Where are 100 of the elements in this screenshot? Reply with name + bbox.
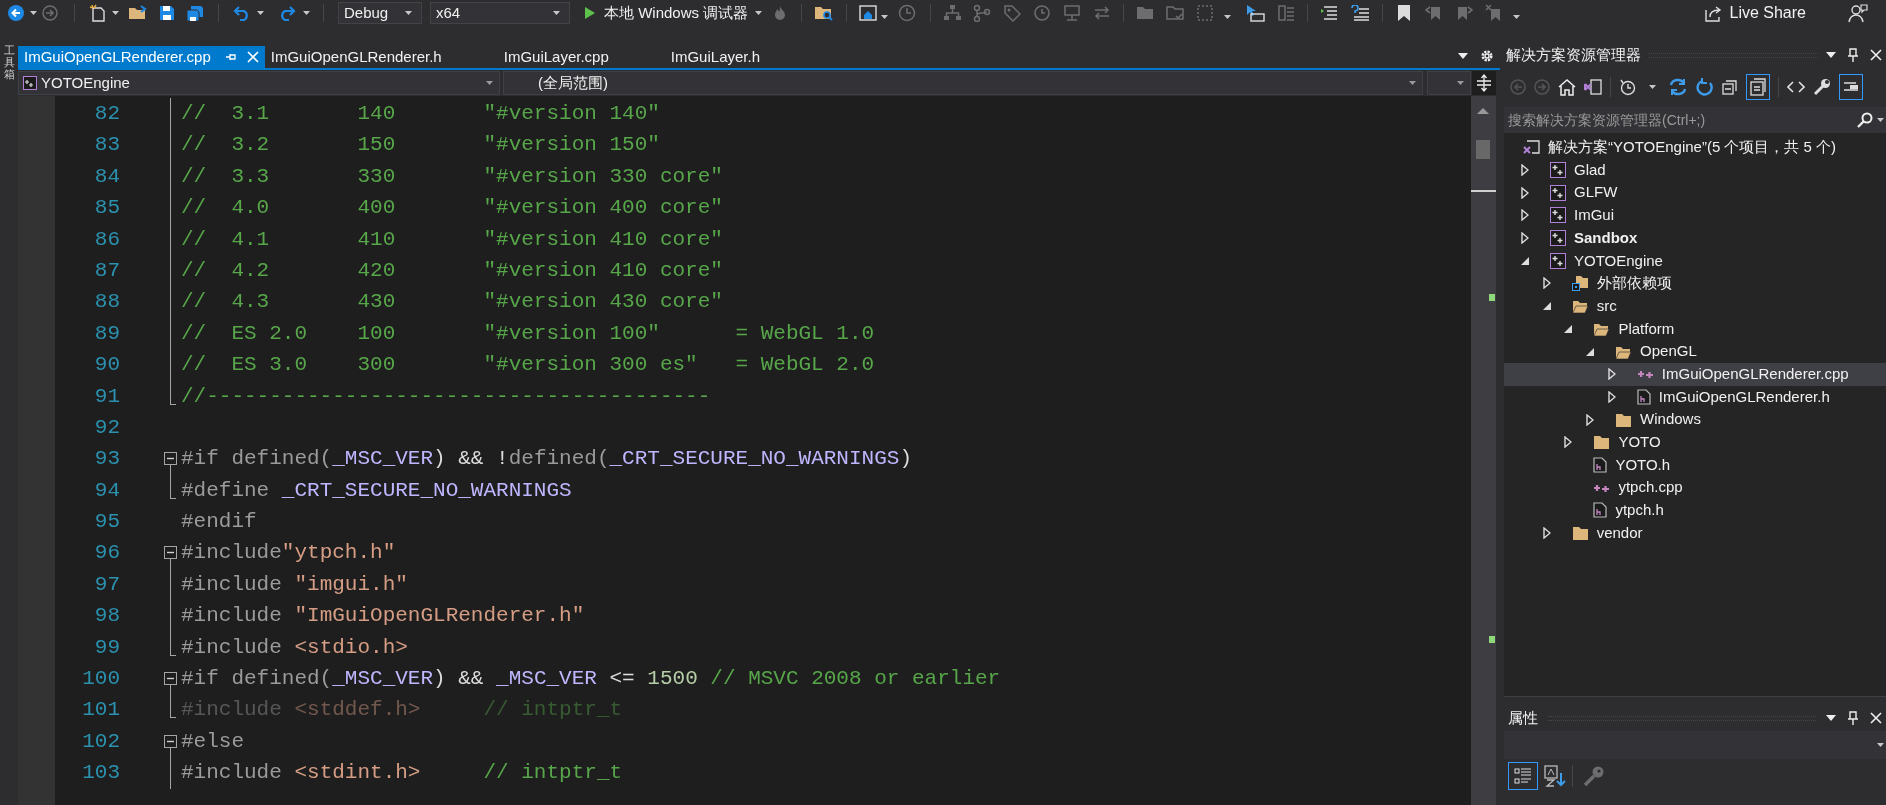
caret-icon[interactable] [405, 11, 412, 15]
caret-icon[interactable] [1877, 118, 1884, 122]
platform-dropdown[interactable]: x64 [430, 2, 570, 24]
forward-icon[interactable] [42, 5, 58, 21]
caret-icon[interactable] [1224, 15, 1232, 19]
settings-icon[interactable] [1480, 49, 1494, 63]
show-all-files-button[interactable] [1746, 73, 1770, 100]
expand-arrow-icon[interactable] [1607, 390, 1616, 403]
expand-arrow-icon[interactable] [1564, 436, 1573, 449]
scroll-up-icon[interactable] [1477, 108, 1489, 114]
tree-item[interactable]: 外部依赖项 [1504, 272, 1886, 295]
tree-item[interactable]: ImGuiOpenGLRenderer.h [1504, 385, 1886, 409]
expanded-arrow-icon[interactable] [1521, 256, 1529, 265]
swap-icon[interactable] [1093, 4, 1112, 22]
dropdown-icon[interactable] [1826, 52, 1836, 58]
tree-item[interactable]: ImGui [1504, 204, 1886, 227]
document-tab[interactable]: ImGuiLayer.cpp [497, 46, 665, 68]
caret-icon[interactable] [881, 15, 889, 19]
close-icon[interactable] [1870, 712, 1882, 724]
tree-item[interactable]: Platform [1504, 317, 1886, 341]
folder-icon[interactable] [1136, 4, 1155, 22]
tree-item[interactable]: vendor [1504, 521, 1886, 545]
collapse-all-icon[interactable] [1722, 78, 1738, 95]
tag-icon[interactable] [1003, 4, 1022, 22]
caret-icon[interactable] [553, 11, 560, 15]
wrench-icon[interactable] [1813, 77, 1831, 96]
caret-icon[interactable] [30, 11, 37, 15]
document-tab[interactable]: ImGuiLayer.h [664, 46, 816, 68]
expand-arrow-icon[interactable] [1542, 277, 1551, 290]
split-icon[interactable] [1476, 74, 1492, 92]
flame-icon[interactable] [773, 5, 788, 21]
home-icon[interactable] [1558, 77, 1576, 96]
undo-icon[interactable] [233, 5, 251, 21]
redo-icon[interactable] [278, 5, 296, 21]
caret-icon[interactable] [1649, 84, 1656, 89]
document-tab[interactable]: ImGuiOpenGLRenderer.h [264, 46, 498, 68]
pending-changes-icon[interactable] [1619, 77, 1637, 96]
tree-item[interactable]: GLFW [1504, 181, 1886, 205]
hierarchy-icon[interactable] [943, 4, 962, 22]
collapse-icon[interactable] [164, 734, 177, 748]
tree-item[interactable]: ytpch.h [1504, 499, 1886, 522]
start-debugger-button[interactable]: 本地 Windows 调试器 [580, 2, 753, 24]
folder-check-icon[interactable] [1166, 4, 1185, 22]
key-icon[interactable] [1583, 765, 1605, 787]
feedback-icon[interactable] [1848, 3, 1868, 23]
tree-item[interactable]: YOTO.h [1504, 453, 1886, 477]
toolbox-tab[interactable]: 工具箱 [3, 44, 15, 81]
categorized-button[interactable] [1508, 762, 1538, 790]
tree-item[interactable]: src [1504, 294, 1886, 318]
project-dropdown[interactable]: YOTOEngine [18, 71, 500, 95]
caret-icon[interactable] [112, 11, 119, 15]
history-icon[interactable] [1033, 4, 1052, 22]
expand-arrow-icon[interactable] [1586, 413, 1595, 426]
refresh-icon[interactable] [1696, 77, 1714, 96]
scroll-thumb[interactable] [1476, 140, 1490, 159]
switch-views-icon[interactable] [1584, 77, 1602, 96]
cursor-icon[interactable] [1245, 4, 1266, 22]
expand-arrow-icon[interactable] [1542, 527, 1551, 540]
folder-search-icon[interactable] [814, 4, 835, 22]
search-icon[interactable] [1857, 112, 1873, 128]
scrollbar[interactable] [1471, 96, 1496, 805]
expand-arrow-icon[interactable] [1607, 368, 1616, 381]
caret-icon[interactable] [303, 11, 310, 15]
expand-arrow-icon[interactable] [1521, 186, 1529, 199]
dropdown-icon[interactable] [1826, 715, 1836, 721]
branch-icon[interactable] [973, 4, 992, 22]
tree-item[interactable]: ImGuiOpenGLRenderer.cpp [1504, 362, 1886, 386]
caret-icon[interactable] [1513, 15, 1521, 19]
sort-icon[interactable] [1544, 765, 1566, 787]
save-icon[interactable] [159, 5, 175, 21]
close-icon[interactable] [1870, 49, 1882, 61]
expand-arrow-icon[interactable] [1521, 164, 1529, 177]
expanded-arrow-icon[interactable] [1564, 324, 1573, 333]
configuration-dropdown[interactable]: Debug [338, 2, 422, 24]
tree-item[interactable]: Glad [1504, 158, 1886, 182]
open-folder-icon[interactable] [128, 5, 148, 21]
live-share-button[interactable]: Live Share [1699, 1, 1810, 25]
caret-icon[interactable] [257, 11, 264, 15]
bookmark-icon[interactable] [1397, 4, 1412, 22]
window-icon[interactable] [859, 4, 878, 22]
scope-dropdown[interactable]: (全局范围) [503, 71, 1423, 95]
tree-item[interactable]: 解决方案“YOTOEngine”(5 个项目，共 5 个) [1504, 136, 1886, 159]
help-comment-icon[interactable] [1350, 5, 1371, 21]
save-all-icon[interactable] [186, 4, 204, 22]
new-item-icon[interactable] [89, 4, 107, 22]
pin-icon[interactable] [1848, 48, 1858, 62]
back-icon[interactable] [7, 4, 25, 22]
pin-icon[interactable] [1848, 711, 1858, 725]
collapse-icon[interactable] [164, 452, 177, 466]
preview-button[interactable] [1839, 73, 1863, 100]
collapse-icon[interactable] [164, 672, 177, 686]
indent-icon[interactable] [1320, 5, 1339, 21]
next-bookmark-icon[interactable] [1455, 4, 1474, 22]
caret-icon[interactable] [755, 11, 763, 15]
expand-arrow-icon[interactable] [1521, 232, 1529, 245]
sync-icon[interactable] [1668, 77, 1688, 96]
expanded-arrow-icon[interactable] [1586, 347, 1595, 356]
expanded-arrow-icon[interactable] [1542, 302, 1551, 311]
expand-arrow-icon[interactable] [1521, 209, 1529, 222]
tree-item[interactable]: YOTO [1504, 430, 1886, 454]
